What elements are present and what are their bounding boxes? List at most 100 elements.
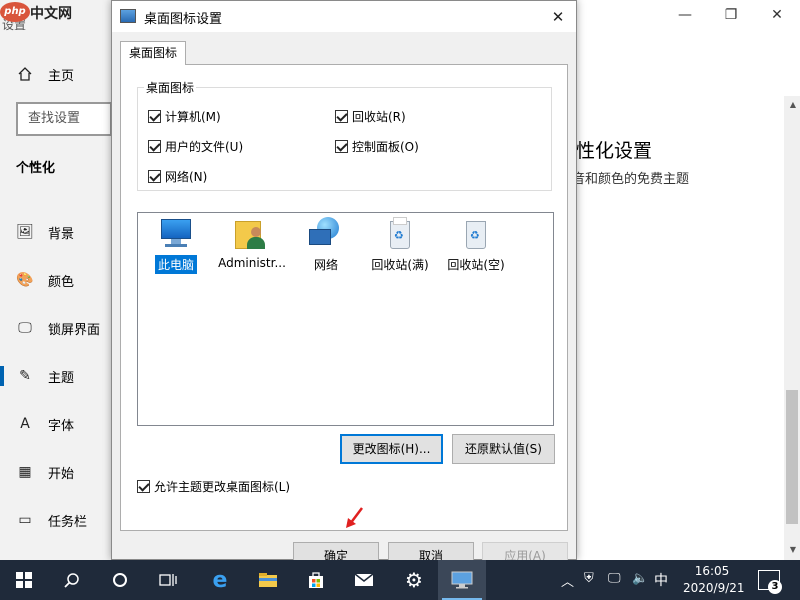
settings-nav: 🖼 背景 🎨 颜色 🖵 锁屏界面 ✎ 主题 A 字体 ▦ 开始 ▭ 任务栏 xyxy=(0,208,112,544)
group-label: 桌面图标 xyxy=(144,79,197,96)
checkbox-checked[interactable] xyxy=(148,140,161,153)
desktop-icon-settings-dialog: 桌面图标设置 ✕ 桌面图标 桌面图标 计算机(M) 回收站(R) 用户的文件(U… xyxy=(111,0,577,561)
cancel-button[interactable]: 取消 xyxy=(388,542,474,561)
task-view-button[interactable] xyxy=(144,560,192,600)
section-title: 个性化 xyxy=(16,161,56,176)
close-icon[interactable]: ✕ xyxy=(754,0,800,30)
chevron-up-icon[interactable]: ︿ xyxy=(561,571,574,590)
checkbox-checked[interactable] xyxy=(335,110,348,123)
start-button[interactable] xyxy=(0,560,48,600)
edge-icon: e xyxy=(212,567,228,593)
checkbox-computer[interactable]: 计算机(M) xyxy=(148,108,221,125)
network-tray-icon[interactable]: 🖵 xyxy=(608,571,621,586)
icon-recycle-empty[interactable]: ♻ 回收站(空) xyxy=(438,217,514,274)
icon-this-pc[interactable]: 此电脑 xyxy=(138,217,214,274)
checkbox-label: 控制面板(O) xyxy=(352,140,419,154)
checkbox-checked[interactable] xyxy=(335,140,348,153)
tab-desktop-icons[interactable]: 桌面图标 xyxy=(120,41,186,65)
checkbox-label: 回收站(R) xyxy=(352,110,406,124)
display-settings-icon xyxy=(120,9,136,23)
nav-item-label: 颜色 xyxy=(48,274,75,290)
gear-icon: ⚙ xyxy=(405,568,423,592)
store-button[interactable] xyxy=(292,560,340,600)
nav-item-background[interactable]: 🖼 背景 xyxy=(0,208,112,256)
checkbox-label: 网络(N) xyxy=(165,170,208,184)
file-explorer-button[interactable] xyxy=(244,560,292,600)
desktop-icons-group: 桌面图标 计算机(M) 回收站(R) 用户的文件(U) 控制面板(O) 网络(N… xyxy=(137,79,552,191)
checkbox-recycle-bin[interactable]: 回收站(R) xyxy=(335,108,406,125)
restore-default-button[interactable]: 还原默认值(S) xyxy=(452,434,555,464)
nav-item-fonts[interactable]: A 字体 xyxy=(0,400,112,448)
defender-icon[interactable]: ⛨ xyxy=(584,571,594,586)
scroll-down-icon[interactable]: ▼ xyxy=(790,545,796,554)
content-subtext: 音和颜色的免费主题 xyxy=(572,172,690,187)
desktop-icon-list[interactable]: 此电脑 Administr... 网络 ♻ 回收站(满) ♻ 回收站(空) xyxy=(137,212,554,426)
windows-icon xyxy=(16,572,32,588)
nav-home[interactable]: 主页 xyxy=(16,62,74,86)
checkbox-network[interactable]: 网络(N) xyxy=(148,168,207,185)
settings-search-input[interactable]: 查找设置 xyxy=(16,102,112,136)
icon-user-files[interactable]: Administr... xyxy=(214,217,290,271)
dialog-title: 桌面图标设置 xyxy=(144,12,223,27)
display-settings-taskbar-button[interactable] xyxy=(438,560,486,600)
display-icon xyxy=(451,571,473,589)
minimize-icon[interactable]: — xyxy=(662,0,708,30)
icon-network[interactable]: 网络 xyxy=(288,217,364,274)
icon-label: 回收站(满) xyxy=(371,258,429,272)
clock-time: 16:05 xyxy=(694,564,730,578)
monitor-icon: 🖵 xyxy=(18,320,32,336)
checkbox-checked[interactable] xyxy=(137,480,150,493)
nav-item-label: 锁屏界面 xyxy=(48,322,101,338)
dialog-titlebar[interactable]: 桌面图标设置 ✕ xyxy=(112,1,576,32)
taskbar-icon: ▭ xyxy=(18,512,32,528)
nav-item-themes[interactable]: ✎ 主题 xyxy=(0,352,112,400)
picture-icon: 🖼 xyxy=(16,224,34,240)
close-icon[interactable]: ✕ xyxy=(540,1,576,32)
search-icon xyxy=(64,573,79,588)
red-arrow-annotation xyxy=(346,507,363,528)
php-logo: php xyxy=(0,2,30,22)
nav-item-colors[interactable]: 🎨 颜色 xyxy=(0,256,112,304)
edge-button[interactable]: e xyxy=(196,560,244,600)
notification-count-badge: 3 xyxy=(768,580,782,594)
nav-item-lockscreen[interactable]: 🖵 锁屏界面 xyxy=(0,304,112,352)
checkbox-user-files[interactable]: 用户的文件(U) xyxy=(148,138,243,155)
window-controls: — ❐ ✕ xyxy=(662,0,800,30)
icon-label: Administr... xyxy=(218,256,286,270)
computer-icon xyxy=(159,217,193,251)
restore-icon[interactable]: ❐ xyxy=(708,0,754,30)
change-icon-button[interactable]: 更改图标(H)... xyxy=(340,434,443,464)
scroll-up-icon[interactable]: ▲ xyxy=(790,100,796,109)
ok-button[interactable]: 确定 xyxy=(293,542,379,561)
checkbox-control-panel[interactable]: 控制面板(O) xyxy=(335,138,419,155)
checkbox-checked[interactable] xyxy=(148,110,161,123)
icon-recycle-full[interactable]: ♻ 回收站(满) xyxy=(362,217,438,274)
checkbox-label: 计算机(M) xyxy=(165,110,221,124)
recycle-bin-full-icon: ♻ xyxy=(383,217,417,251)
checkbox-checked[interactable] xyxy=(148,170,161,183)
apply-button[interactable]: 应用(A) xyxy=(482,542,568,561)
nav-item-start[interactable]: ▦ 开始 xyxy=(0,448,112,496)
clock-date: 2020/9/21 xyxy=(683,581,745,595)
store-icon xyxy=(309,572,323,588)
checkbox-allow-theme[interactable]: 允许主题更改桌面图标(L) xyxy=(137,478,290,495)
nav-item-taskbar[interactable]: ▭ 任务栏 xyxy=(0,496,112,544)
nav-item-label: 主题 xyxy=(48,370,75,386)
icon-label: 网络 xyxy=(313,258,338,272)
clock[interactable]: 16:05 2020/9/21 xyxy=(683,563,745,597)
nav-item-label: 任务栏 xyxy=(48,514,88,530)
watermark: 设置 php 中文网 xyxy=(0,0,112,32)
content-heading: 性化设置 xyxy=(576,140,653,162)
watermark-text: 中文网 xyxy=(30,6,72,22)
volume-icon[interactable]: 🔈 xyxy=(632,571,648,586)
mail-icon xyxy=(354,573,374,586)
settings-button[interactable]: ⚙ xyxy=(390,560,438,600)
cortana-button[interactable] xyxy=(96,560,144,600)
scrollbar-thumb[interactable] xyxy=(786,390,798,524)
font-icon: A xyxy=(20,416,30,432)
icon-label: 回收站(空) xyxy=(447,258,505,272)
mail-button[interactable] xyxy=(340,560,388,600)
checkbox-label: 用户的文件(U) xyxy=(165,140,244,154)
ime-indicator[interactable]: 中 xyxy=(654,570,668,590)
search-button[interactable] xyxy=(48,560,96,600)
